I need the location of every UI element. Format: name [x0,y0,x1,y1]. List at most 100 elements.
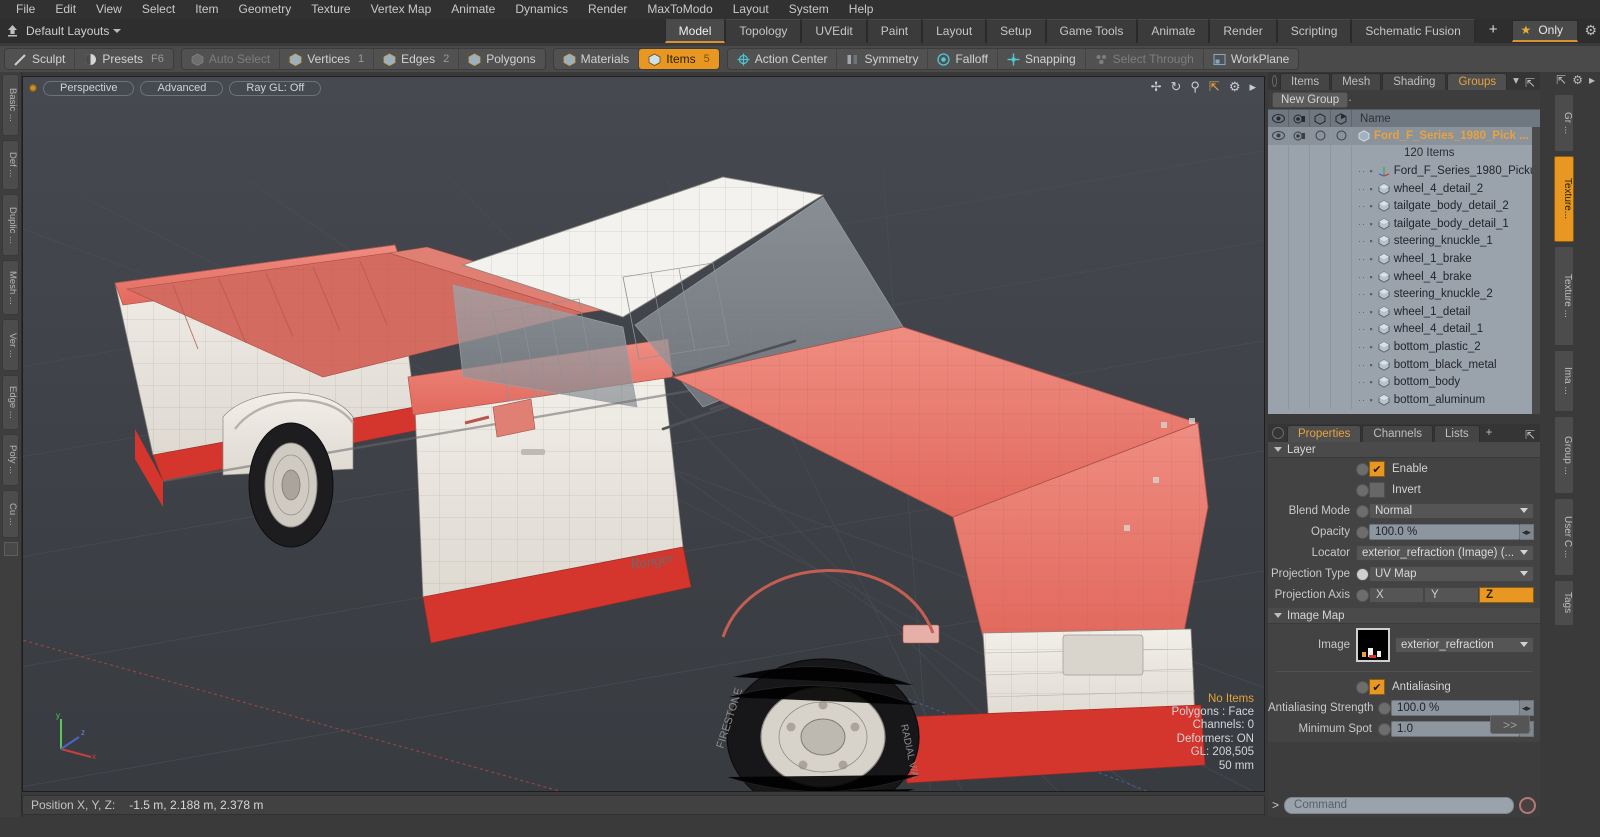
row-camera-toggle[interactable] [1289,373,1310,391]
locator-dropdown[interactable]: exterior_refraction (Image) (... [1356,545,1534,561]
menu-item-edit[interactable]: Edit [45,0,86,19]
tab-uvedit[interactable]: UVEdit [801,19,867,43]
row-shape-outline-toggle[interactable] [1310,320,1331,339]
antialiasing-radio[interactable] [1356,680,1369,694]
list-item-name[interactable]: ·· ▪ steering_knuckle_2 [1352,288,1540,300]
row-shape-filled-toggle[interactable] [1331,285,1352,303]
row-eye-toggle[interactable] [1268,390,1289,409]
home-icon[interactable] [0,20,24,42]
row-shape-outline-toggle[interactable] [1310,162,1331,180]
blend-mode-dropdown[interactable]: Normal [1369,503,1534,519]
chevron-down-icon[interactable]: ▾ [1508,73,1524,90]
projection-axis-z[interactable]: Z [1479,587,1534,603]
tab-layout[interactable]: Layout [922,19,987,43]
row-eye-toggle[interactable] [1268,302,1289,321]
row-eye-toggle[interactable] [1268,197,1289,215]
move-icon[interactable]: ✢ [1151,80,1162,93]
items-button[interactable]: Items 5 [639,49,719,69]
tab-model[interactable]: Model [664,19,726,43]
left-tab-edge[interactable]: Edge ... [2,375,19,430]
zoom-icon[interactable]: ⚲ [1190,80,1200,93]
left-tab-curve[interactable]: Cu ... [2,490,19,538]
vertices-button[interactable]: Vertices 1 [280,49,375,69]
new-group-button[interactable]: New Group [1272,91,1349,108]
row-shape-outline-toggle[interactable] [1310,179,1331,198]
row-shape-filled-toggle[interactable] [1331,373,1352,391]
row-shape-filled-toggle[interactable] [1331,338,1352,356]
tab-render[interactable]: Render [1209,19,1277,43]
menu-item-system[interactable]: System [779,0,839,19]
list-item[interactable]: ·· ▪ bottom_plastic_2 [1268,338,1540,356]
row-camera-toggle[interactable] [1289,267,1310,286]
image-thumbnail[interactable] [1356,628,1390,662]
projection-type-radio[interactable] [1356,567,1369,581]
rtab-texture-active[interactable]: Texture... [1554,156,1574,242]
row-eye-toggle[interactable] [1268,338,1289,356]
aa-strength-radio[interactable] [1378,701,1391,715]
camera-icon[interactable] [1289,109,1310,128]
panel-menu-icon[interactable] [1272,75,1277,87]
row-shape-outline-toggle[interactable] [1310,338,1331,356]
left-tab-vertex[interactable]: Ver ... [2,319,19,371]
rotate-icon[interactable]: ↻ [1170,80,1181,93]
shape-outline-icon[interactable] [1310,109,1331,128]
opacity-stepper[interactable]: ◂▸ [1520,524,1534,540]
list-item-name[interactable]: ·· ▪ bottom_body [1352,376,1540,388]
list-item[interactable]: ·· ▪ tailgate_body_detail_2 [1268,197,1540,215]
properties-menu-icon[interactable] [1272,427,1284,439]
list-item-name[interactable]: ·· ▪ wheel_4_detail_1 [1352,323,1540,335]
row-eye-toggle[interactable] [1268,285,1289,303]
chevron-right-icon[interactable]: ▸ [1589,73,1595,87]
panel-tab-mesh[interactable]: Mesh ... [1331,73,1382,104]
expand-icon[interactable]: ⇱ [1525,428,1540,442]
menu-item-help[interactable]: Help [839,0,884,19]
section-image-map[interactable]: Image Map [1268,608,1540,624]
row-shape-filled-toggle[interactable] [1331,250,1352,268]
min-spot-radio[interactable] [1378,722,1391,736]
list-item[interactable]: ·· ▪ wheel_4_detail_1 [1268,320,1540,339]
row-eye-toggle[interactable] [1268,214,1289,233]
row-shape-outline-toggle[interactable] [1310,232,1331,251]
list-item-name[interactable]: ·· ▪ tailgate_body_detail_1 [1352,218,1540,230]
menu-item-animate[interactable]: Animate [441,0,505,19]
row-shape-filled-toggle[interactable] [1331,355,1352,374]
menu-item-vertex-map[interactable]: Vertex Map [361,0,442,19]
left-tab-poly[interactable]: Poly ... [2,434,19,486]
list-item-name[interactable]: ·· ▪ bottom_aluminum [1352,394,1540,406]
add-properties-tab-button[interactable]: + [1481,425,1498,442]
tab-animate[interactable]: Animate [1137,19,1210,43]
snapping-button[interactable]: Snapping [998,49,1086,69]
left-tab-basic[interactable]: Basic ... [2,74,19,136]
list-item[interactable]: ·· ▪ bottom_aluminum [1268,390,1540,409]
list-item[interactable]: ·· ▪ bottom_body [1268,373,1540,391]
row-camera-toggle[interactable] [1289,179,1310,198]
tab-scripting[interactable]: Scripting [1276,19,1352,43]
row-camera-toggle[interactable] [1289,214,1310,233]
row-eye-toggle[interactable] [1268,355,1289,374]
menu-item-geometry[interactable]: Geometry [229,0,302,19]
row-eye-toggle[interactable] [1268,373,1289,391]
panel-tab-shading[interactable]: Shading [1382,73,1447,90]
row-eye-toggle[interactable] [1268,267,1289,286]
materials-button[interactable]: Materials [554,49,640,69]
eye-icon[interactable] [1268,109,1289,128]
row-shape-filled-toggle[interactable] [1331,197,1352,215]
list-item-name[interactable]: ·· ▪ wheel_4_detail_2 [1352,183,1540,195]
menu-item-layout[interactable]: Layout [723,0,779,19]
row-camera-toggle[interactable] [1289,285,1310,303]
list-item[interactable]: ·· ▪ steering_knuckle_1 [1268,232,1540,251]
tab-properties[interactable]: Properties [1287,425,1362,442]
opacity-input[interactable]: 100.0 % [1369,524,1520,540]
projection-type-dropdown[interactable]: UV Map [1369,566,1534,582]
list-item[interactable]: ·· ▪ wheel_1_detail [1268,302,1540,321]
row-camera-toggle[interactable] [1289,302,1310,321]
list-item-name[interactable]: ·· ▪ wheel_1_brake [1352,253,1540,265]
row-shape-outline-toggle[interactable] [1310,285,1331,303]
left-tab-deform[interactable]: Def ... [2,140,19,190]
menu-item-dynamics[interactable]: Dynamics [505,0,578,19]
row-eye-toggle[interactable] [1268,320,1289,339]
rtab-images[interactable]: Ima ... [1554,350,1574,412]
rtab-groups[interactable]: Gr ... [1554,94,1574,152]
tab-channels[interactable]: Channels [1362,425,1434,442]
sculpt-button[interactable]: Sculpt [5,49,76,69]
